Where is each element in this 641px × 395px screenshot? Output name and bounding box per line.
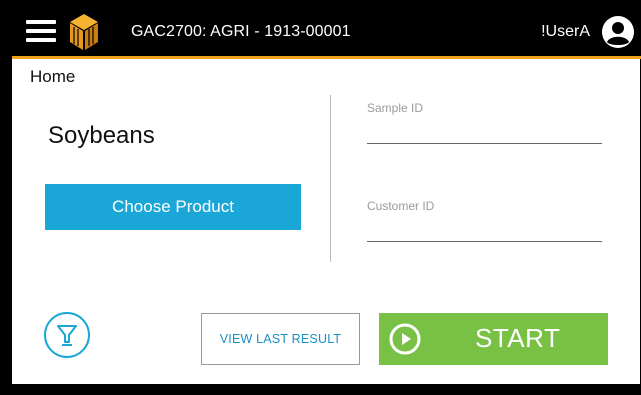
sample-id-label: Sample ID (367, 101, 424, 115)
sample-id-underline (367, 143, 602, 144)
customer-id-underline (367, 241, 602, 242)
sample-id-input[interactable] (367, 121, 606, 143)
customer-id-input[interactable] (367, 219, 606, 241)
view-last-result-button[interactable]: VIEW LAST RESULT (201, 313, 360, 365)
funnel-filter-icon (57, 325, 77, 346)
start-button[interactable]: START (379, 313, 608, 365)
breadcrumb: Home (30, 67, 76, 86)
selected-product-name: Soybeans (48, 122, 155, 149)
account-circle-icon[interactable] (601, 15, 635, 49)
app-header: GAC2700: AGRI - 1913-00001 !UserA (10, 6, 641, 58)
filter-button[interactable] (44, 312, 90, 358)
main-panel: Home Soybeans Choose Product Sample ID C… (12, 59, 640, 384)
play-circle-icon (389, 323, 421, 355)
customer-id-label: Customer ID (367, 199, 435, 213)
app-title: GAC2700: AGRI - 1913-00001 (131, 23, 351, 40)
cube-logo (70, 14, 98, 50)
hamburger-menu-icon[interactable] (26, 20, 56, 42)
username-label: !UserA (541, 23, 590, 40)
choose-product-button[interactable]: Choose Product (45, 184, 301, 230)
vertical-divider (330, 95, 331, 262)
start-label: START (475, 323, 561, 353)
